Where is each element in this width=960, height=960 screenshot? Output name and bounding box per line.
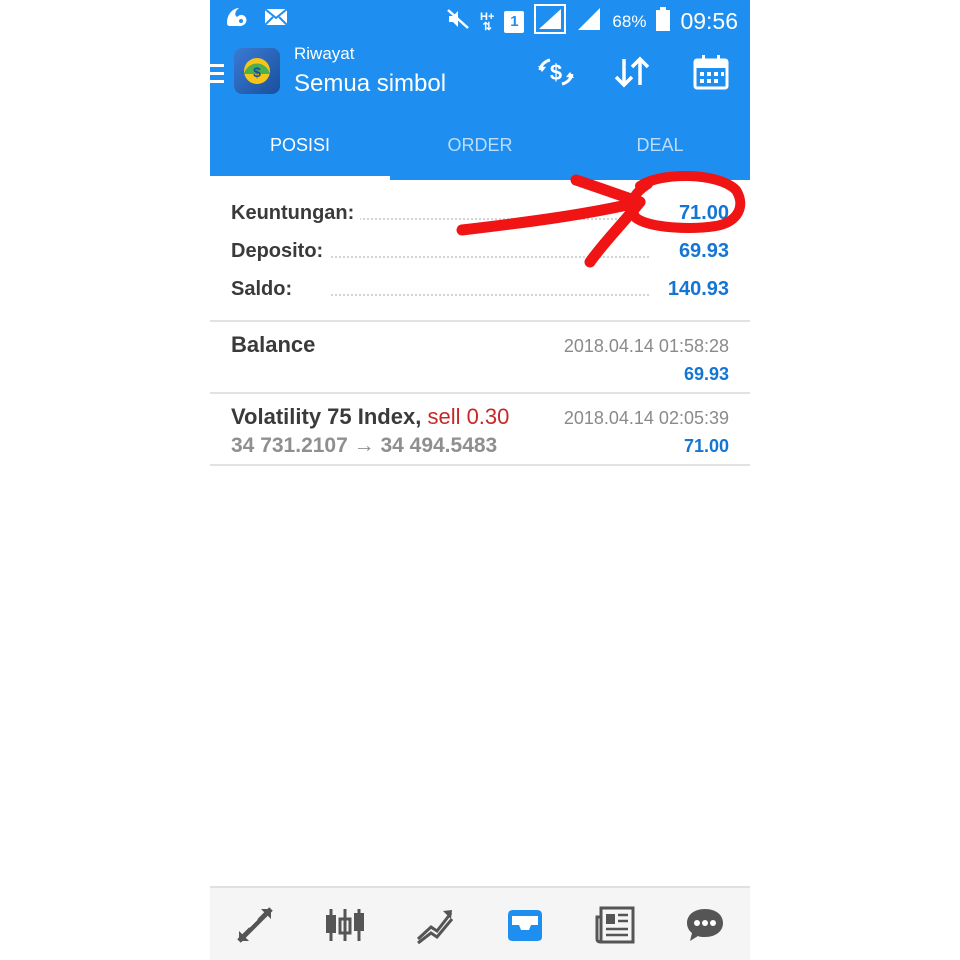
trade-icon[interactable] — [225, 895, 285, 955]
dotted-leader — [331, 294, 649, 296]
history-item[interactable]: Volatility 75 Index, sell 0.30 34 731.21… — [210, 394, 750, 464]
item-date: 2018.04.14 02:05:39 — [563, 408, 729, 428]
item-amount: 69.93 — [683, 364, 729, 384]
menu-icon[interactable] — [210, 64, 224, 88]
network-type-label: H+ — [480, 10, 495, 23]
tab-deal[interactable]: DEAL — [570, 120, 750, 180]
summary-label: Deposito: — [231, 240, 330, 263]
clock: 09:56 — [680, 8, 738, 34]
summary-row-balance: Saldo: 140.93 — [231, 278, 729, 308]
news-icon[interactable] — [585, 895, 645, 955]
uc-browser-icon — [224, 5, 250, 34]
svg-text:$: $ — [253, 64, 261, 80]
item-prices: 34 731.2107 → 34 494.5483 — [231, 434, 498, 457]
item-symbol: Balance — [231, 332, 316, 357]
app-bar: $ Riwayat Semua simbol $ — [210, 40, 750, 110]
summary-label: Keuntungan: — [231, 202, 361, 225]
signal-icon-2 — [576, 6, 602, 37]
summary-row-deposit: Deposito: 69.93 — [231, 240, 729, 270]
account-summary: Keuntungan: 71.00 Deposito: 69.93 Saldo:… — [210, 186, 750, 320]
chat-icon[interactable] — [675, 895, 735, 955]
currency-exchange-icon[interactable]: $ — [534, 52, 578, 92]
svg-text:$: $ — [550, 60, 562, 85]
summary-value: 69.93 — [672, 240, 729, 263]
item-name: Balance — [231, 332, 315, 358]
summary-label: Saldo: — [231, 278, 299, 301]
mail-icon — [264, 8, 288, 31]
status-bar: H+ ⇅ 1 68% 09:56 — [210, 0, 750, 36]
sim-badge: 1 — [504, 10, 525, 33]
dotted-leader — [331, 256, 649, 258]
sort-icon[interactable] — [610, 52, 654, 92]
dotted-leader — [331, 218, 649, 220]
mute-icon — [446, 8, 470, 35]
history-item[interactable]: Balance 2018.04.14 01:58:28 69.93 — [210, 322, 750, 392]
bottom-nav — [210, 886, 750, 960]
divider — [210, 464, 750, 466]
tab-bar: POSISI ORDER DEAL — [210, 120, 750, 180]
title-block[interactable]: Riwayat Semua simbol — [294, 44, 446, 98]
summary-row-profit: Keuntungan: 71.00 — [231, 202, 729, 232]
page-subtitle: Riwayat — [294, 44, 355, 63]
item-symbol: Volatility 75 Index, — [231, 404, 422, 429]
item-side: sell 0.30 — [427, 404, 510, 429]
phone-screen: H+⇅ 1 68% 09:56 $ Riwayat Semua simbol — [210, 0, 750, 960]
metatrader-logo[interactable]: $ — [234, 48, 280, 94]
history-icon[interactable] — [495, 895, 555, 955]
summary-value: 71.00 — [672, 202, 729, 225]
tab-posisi[interactable]: POSISI — [210, 120, 390, 180]
tab-order[interactable]: ORDER — [390, 120, 570, 180]
signal-icon — [534, 4, 567, 39]
item-date: 2018.04.14 01:58:28 — [563, 336, 729, 356]
summary-value: 140.93 — [661, 278, 729, 301]
trend-icon[interactable] — [405, 895, 465, 955]
network-type-icon: H+ ⇅ — [480, 10, 495, 33]
item-name: Volatility 75 Index, sell 0.30 — [231, 404, 509, 430]
battery-icon — [656, 7, 671, 36]
calendar-icon[interactable] — [689, 52, 733, 92]
page-title: Semua simbol — [294, 70, 447, 97]
chart-icon[interactable] — [315, 895, 375, 955]
item-amount: 71.00 — [683, 436, 729, 456]
battery-percent: 68% — [612, 11, 647, 31]
